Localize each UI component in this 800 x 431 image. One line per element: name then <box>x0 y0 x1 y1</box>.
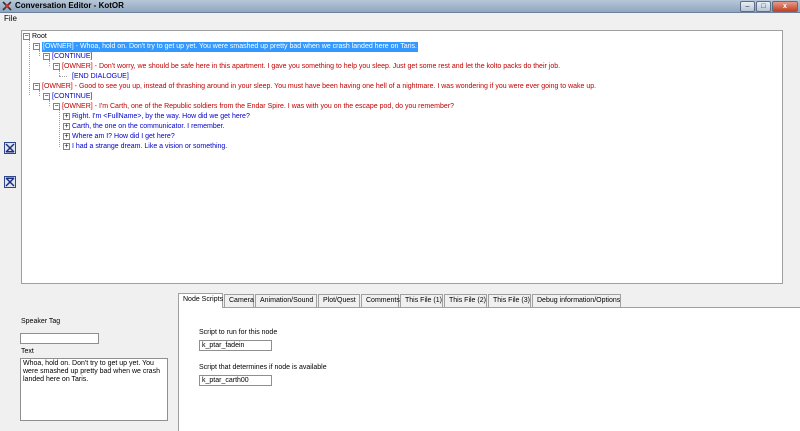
tree-node-label: Carth, the one on the communicator. I re… <box>72 123 225 130</box>
tree-node-label: [OWNER] - I'm Carth, one of the Republic… <box>62 103 454 110</box>
tab-comments[interactable]: Comments <box>361 294 400 307</box>
tree-node-label: [OWNER] - Whoa, hold on. Don't try to ge… <box>42 42 418 52</box>
tree-node-label: [CONTINUE] <box>52 53 93 60</box>
text-label: Text <box>21 348 34 355</box>
app-icon <box>2 1 12 11</box>
node-scripts-panel: Script to run for this node k_ptar_fadei… <box>178 307 800 431</box>
collapse-toggle-icon[interactable]: − <box>43 53 50 60</box>
expand-tree-button[interactable] <box>4 176 16 188</box>
tree-node-label: [END DIALOGUE] <box>72 73 129 80</box>
tab-plot-quest[interactable]: Plot/Quest <box>318 294 360 307</box>
tab-debug-options[interactable]: Debug information/Options <box>532 294 621 307</box>
menu-bar: File <box>0 13 800 24</box>
tree-node-label: I had a strange dream. Like a vision or … <box>72 143 228 150</box>
window-title: Conversation Editor - KotOR <box>15 1 124 10</box>
tab-this-file-1[interactable]: This File (1) <box>400 294 443 307</box>
expand-icon <box>4 176 16 188</box>
expand-toggle-icon[interactable]: + <box>63 133 70 140</box>
collapse-toggle-icon[interactable]: − <box>53 63 60 70</box>
collapse-toggle-icon[interactable]: − <box>43 93 50 100</box>
availability-script-input[interactable]: k_ptar_carth00 <box>199 375 272 386</box>
maximize-button[interactable]: □ <box>756 1 771 12</box>
expand-toggle-icon[interactable]: + <box>63 123 70 130</box>
tab-animation-sound[interactable]: Animation/Sound <box>255 294 317 307</box>
speaker-tag-input[interactable] <box>20 333 99 344</box>
tab-camera[interactable]: Camera <box>224 294 254 307</box>
text-area[interactable]: Whoa, hold on. Don't try to get up yet. … <box>20 358 168 421</box>
script-input[interactable]: k_ptar_fadein <box>199 340 272 351</box>
expand-toggle-icon[interactable]: + <box>63 113 70 120</box>
speaker-panel: Speaker Tag Text Whoa, hold on. Don't tr… <box>0 307 178 431</box>
tab-this-file-2[interactable]: This File (2) <box>444 294 487 307</box>
title-bar: Conversation Editor - KotOR – □ x <box>0 0 800 13</box>
tree-node-label: [OWNER] - Good to see you up, instead of… <box>42 83 597 90</box>
close-button[interactable]: x <box>772 1 798 12</box>
availability-script-label: Script that determines if node is availa… <box>199 364 327 371</box>
menu-file[interactable]: File <box>4 14 17 23</box>
speaker-tag-label: Speaker Tag <box>21 318 61 325</box>
tree-node-label: Right. I'm <FullName>, by the way. How d… <box>72 113 250 120</box>
collapse-toggle-icon[interactable]: − <box>33 43 40 50</box>
collapse-tree-button[interactable] <box>4 142 16 154</box>
collapse-toggle-icon[interactable]: − <box>23 33 30 40</box>
expand-toggle-icon[interactable]: + <box>63 143 70 150</box>
script-label: Script to run for this node <box>199 329 278 336</box>
conversation-tree[interactable]: − Root − [OWNER] - Whoa, hold on. Don't … <box>21 30 783 284</box>
tab-node-scripts[interactable]: Node Scripts <box>178 293 223 308</box>
tree-node-label: Where am I? How did I get here? <box>72 133 175 140</box>
tab-this-file-3[interactable]: This File (3) <box>488 294 531 307</box>
tree-node-label: [OWNER] - Don't worry, we should be safe… <box>62 63 561 70</box>
tree-node-label: [CONTINUE] <box>52 93 93 100</box>
collapse-toggle-icon[interactable]: − <box>53 103 60 110</box>
minimize-button[interactable]: – <box>740 1 755 12</box>
collapse-icon <box>4 142 16 154</box>
collapse-toggle-icon[interactable]: − <box>33 83 40 90</box>
